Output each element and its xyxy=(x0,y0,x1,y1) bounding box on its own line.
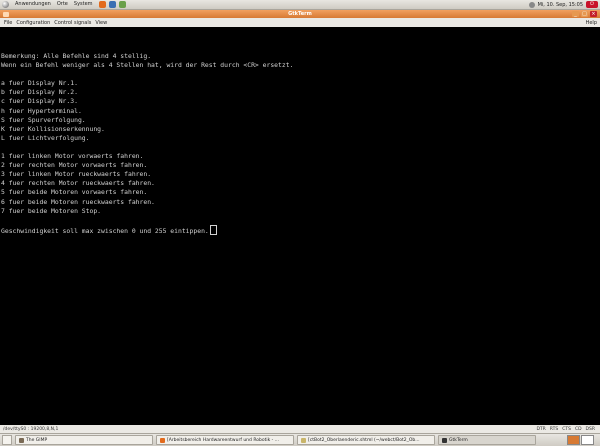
menu-file[interactable]: File xyxy=(4,20,12,26)
help-icon[interactable] xyxy=(108,1,116,8)
power-icon[interactable]: ⏻ xyxy=(586,1,598,8)
firefox-icon xyxy=(160,437,165,443)
signal-dtr: DTR xyxy=(536,426,546,432)
window-title: GtkTerm xyxy=(288,11,312,17)
task-label: GtkTerm xyxy=(449,437,468,443)
menu-configuration[interactable]: Configuration xyxy=(16,20,50,26)
signal-cts: CTS xyxy=(562,426,571,432)
signal-dsr: DSR xyxy=(585,426,595,432)
menu-orte[interactable]: Orte xyxy=(57,0,68,9)
gimp-icon xyxy=(19,437,24,443)
menu-anwendungen[interactable]: Anwendungen xyxy=(15,0,51,9)
clock[interactable]: Mi, 10. Sep, 15:05 xyxy=(538,2,583,8)
close-button[interactable]: × xyxy=(590,11,597,17)
window-titlebar[interactable]: GtkTerm _ □ × xyxy=(0,10,600,18)
editor-icon xyxy=(301,437,306,443)
task-label: [ctBot2_Oberlaenderic.shtml (~/webct/Bot… xyxy=(308,437,420,443)
menu-system[interactable]: System xyxy=(74,0,93,9)
workspace-1[interactable] xyxy=(567,435,580,445)
menu-help[interactable]: Help xyxy=(586,20,597,26)
minimize-button[interactable]: _ xyxy=(572,11,579,17)
terminal-cursor xyxy=(209,224,217,235)
taskbar: The GIMP [Arbeitsbereich Hardwareentwurf… xyxy=(0,433,600,446)
task-gimp[interactable]: The GIMP xyxy=(15,435,153,445)
task-firefox[interactable]: [Arbeitsbereich Hardwareentwurf und Robo… xyxy=(156,435,294,445)
statusbar: /dev/ttyS0 : 19200,8,N,1 DTR RTS CTS CD … xyxy=(0,425,600,433)
task-label: The GIMP xyxy=(26,437,48,443)
port-settings: /dev/ttyS0 : 19200,8,N,1 xyxy=(3,426,59,432)
menubar: File Configuration Control signals View … xyxy=(0,18,600,27)
maximize-button[interactable]: □ xyxy=(581,11,588,17)
top-panel: Anwendungen Orte System Mi, 10. Sep, 15:… xyxy=(0,0,600,10)
task-label: [Arbeitsbereich Hardwareentwurf und Robo… xyxy=(167,437,280,443)
task-editor[interactable]: [ctBot2_Oberlaenderic.shtml (~/webct/Bot… xyxy=(297,435,435,445)
gnome-foot-icon[interactable] xyxy=(2,1,9,8)
signal-cd: CD xyxy=(574,426,582,432)
firefox-icon[interactable] xyxy=(98,1,106,8)
terminal-area[interactable]: Bemerkung: Alle Befehle sind 4 stellig. … xyxy=(0,27,600,425)
task-gtkterm[interactable]: GtkTerm xyxy=(438,435,536,445)
menu-view[interactable]: View xyxy=(95,20,107,26)
mail-icon[interactable] xyxy=(118,1,126,8)
terminal-output: Bemerkung: Alle Befehle sind 4 stellig. … xyxy=(1,52,294,235)
signal-rts: RTS xyxy=(549,426,559,432)
workspace-2[interactable] xyxy=(581,435,594,445)
network-icon[interactable] xyxy=(528,1,535,8)
show-desktop-button[interactable] xyxy=(2,435,12,445)
workspace-switcher xyxy=(567,435,594,445)
menu-control-signals[interactable]: Control signals xyxy=(54,20,91,26)
terminal-icon xyxy=(442,437,447,443)
